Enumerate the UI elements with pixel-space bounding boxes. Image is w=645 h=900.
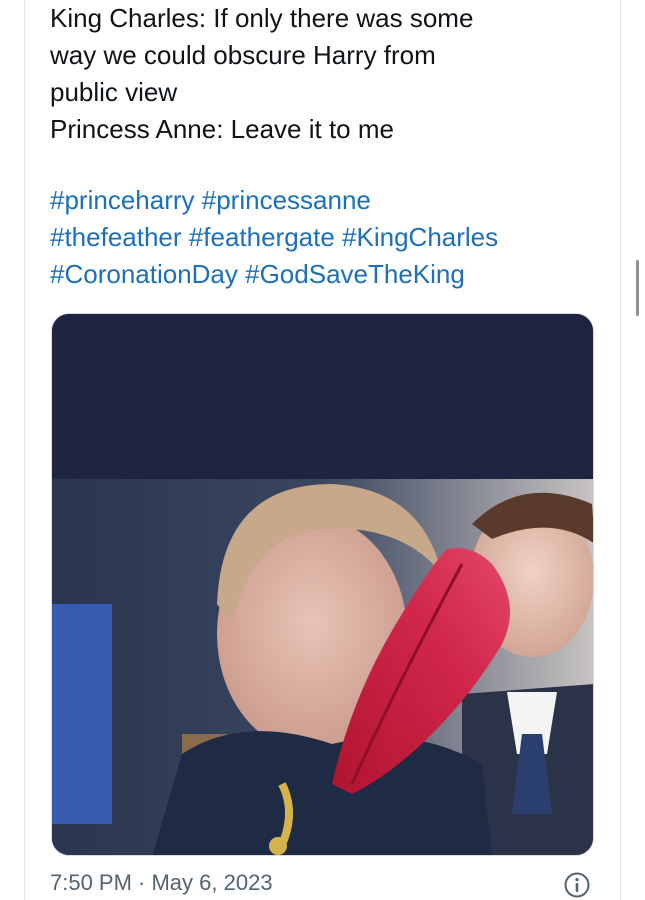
- hashtag-link[interactable]: #princeharry: [50, 185, 195, 215]
- blue-figure: [52, 604, 112, 824]
- hashtag-link[interactable]: #KingCharles: [342, 222, 498, 252]
- hashtag-link[interactable]: #GodSaveTheKing: [245, 259, 465, 289]
- hashtag-row: #thefeather #feathergate #KingCharles: [50, 219, 610, 256]
- tweet-text-line: way we could obscure Harry from: [50, 40, 436, 70]
- tweet-text-line: King Charles: If only there was some: [50, 3, 474, 33]
- hashtag-link[interactable]: #feathergate: [189, 222, 335, 252]
- info-circle-icon[interactable]: [563, 871, 591, 899]
- timeline-left-divider: [24, 0, 25, 900]
- timeline-right-divider: [620, 0, 621, 900]
- tweet-text: King Charles: If only there was some way…: [50, 0, 610, 148]
- hashtag-link[interactable]: #princessanne: [202, 185, 371, 215]
- gold-button: [269, 837, 287, 855]
- hashtag-row: #princeharry #princessanne: [50, 182, 610, 219]
- tweet-timestamp[interactable]: 7:50 PM · May 6, 2023: [50, 870, 273, 896]
- tweet-photo[interactable]: [51, 313, 594, 856]
- hashtag-link[interactable]: #CoronationDay: [50, 259, 238, 289]
- hashtag-link[interactable]: #thefeather: [50, 222, 182, 252]
- harry-uniform: [152, 731, 492, 855]
- dark-banner: [52, 314, 593, 479]
- hashtag-row: #CoronationDay #GodSaveTheKing: [50, 256, 610, 293]
- tweet-text-line: Princess Anne: Leave it to me: [50, 114, 394, 144]
- tweet-text-line: public view: [50, 77, 178, 107]
- hashtag-list: #princeharry #princessanne #thefeather #…: [50, 182, 610, 293]
- photo-illustration: [52, 314, 593, 855]
- scrollbar-thumb[interactable]: [636, 260, 639, 316]
